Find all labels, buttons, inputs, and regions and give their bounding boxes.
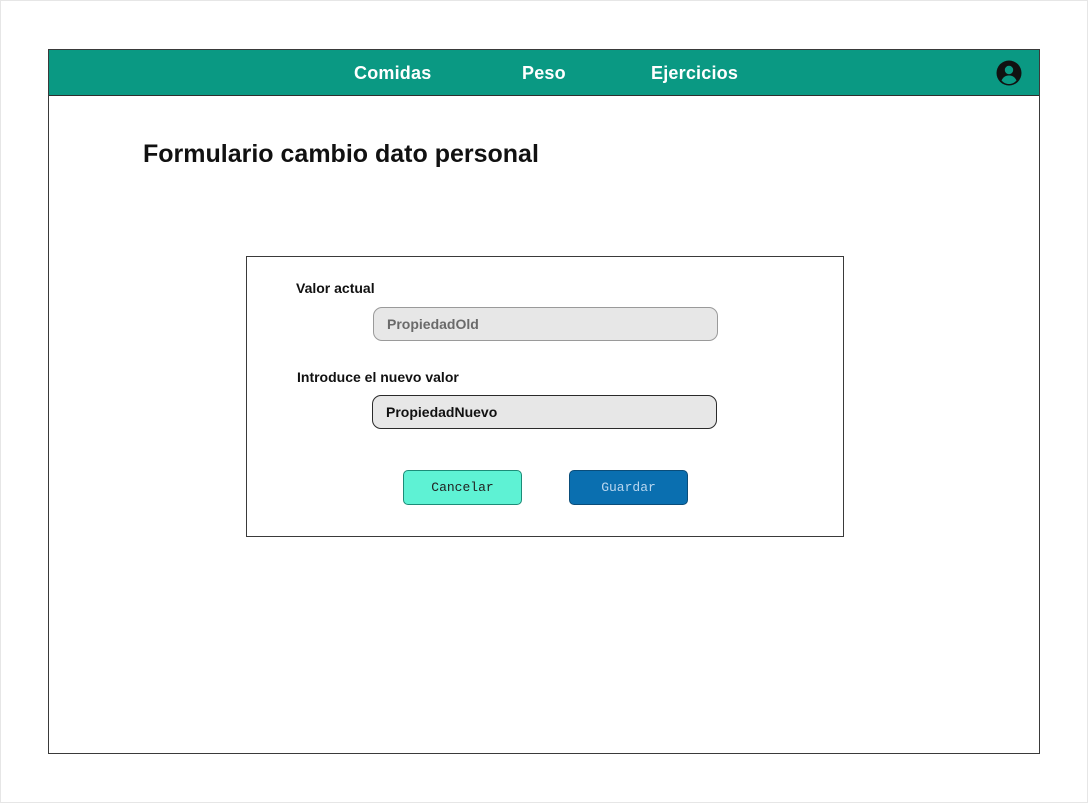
- app-window: Comidas Peso Ejercicios Formulario cambi…: [48, 49, 1040, 754]
- current-value-label: Valor actual: [296, 280, 375, 296]
- save-button[interactable]: Guardar: [569, 470, 688, 505]
- new-value-label: Introduce el nuevo valor: [297, 369, 459, 385]
- nav-item-peso[interactable]: Peso: [522, 63, 566, 84]
- new-value-input[interactable]: PropiedadNuevo: [372, 395, 717, 429]
- top-navbar: Comidas Peso Ejercicios: [49, 50, 1039, 96]
- current-value-field: PropiedadOld: [373, 307, 718, 341]
- user-circle-icon[interactable]: [996, 60, 1022, 86]
- nav-item-ejercicios[interactable]: Ejercicios: [651, 63, 738, 84]
- page-title: Formulario cambio dato personal: [143, 140, 539, 168]
- cancel-button[interactable]: Cancelar: [403, 470, 522, 505]
- change-data-form: Valor actual PropiedadOld Introduce el n…: [246, 256, 844, 537]
- nav-item-comidas[interactable]: Comidas: [354, 63, 431, 84]
